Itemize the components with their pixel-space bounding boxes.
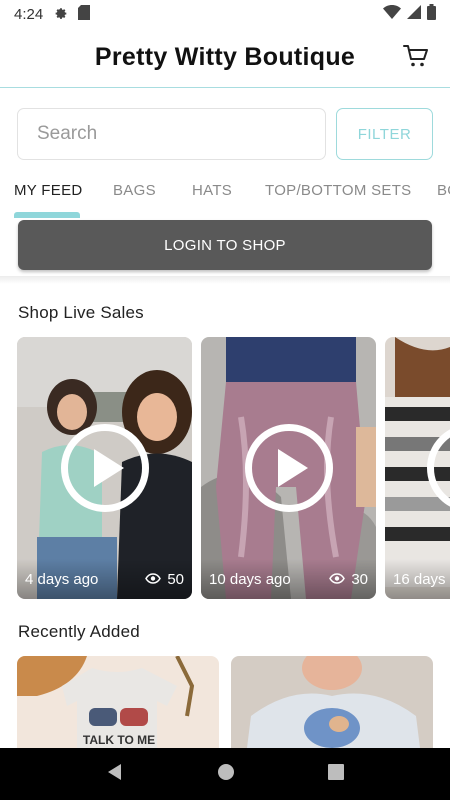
live-sale-card[interactable]: 4 days ago 50	[17, 337, 192, 599]
signal-icon	[407, 5, 421, 23]
recents-square-icon	[327, 763, 344, 784]
status-bar: 4:24	[0, 0, 450, 28]
play-icon	[277, 449, 308, 487]
tab-top-bottom-sets[interactable]: TOP/BOTTOM SETS	[265, 182, 411, 199]
battery-icon	[427, 4, 436, 24]
play-button[interactable]	[60, 424, 149, 512]
section-divider	[0, 276, 450, 284]
active-tab-indicator	[14, 212, 80, 218]
wifi-icon	[383, 5, 401, 23]
eye-icon	[329, 571, 346, 588]
live-sale-meta: 4 days ago 50	[17, 559, 192, 599]
recently-added-title: Recently Added	[18, 622, 140, 641]
play-icon	[93, 449, 124, 487]
product-image: TALK TO ME	[17, 656, 219, 756]
live-sale-age: 10 days ago	[209, 570, 291, 588]
sd-card-icon	[78, 4, 91, 24]
settings-gear-icon	[53, 5, 68, 24]
live-sales-title: Shop Live Sales	[18, 303, 144, 322]
tab-bags[interactable]: BAGS	[113, 182, 156, 199]
live-sale-meta: 10 days ago 30	[201, 559, 376, 599]
live-sale-card[interactable]: 16 days	[385, 337, 450, 599]
login-to-shop-button[interactable]: LOGIN TO SHOP	[18, 220, 432, 270]
shirt-print-text: TALK TO ME	[83, 733, 155, 747]
status-time: 4:24	[14, 5, 44, 23]
filter-button[interactable]: FILTER	[336, 108, 433, 160]
live-sale-card[interactable]: 10 days ago 30	[201, 337, 376, 599]
category-tabs: MY FEED BAGS HATS TOP/BOTTOM SETS BO	[0, 172, 450, 218]
system-nav-bar	[0, 748, 450, 800]
play-button[interactable]	[244, 424, 333, 512]
cart-button[interactable]	[402, 44, 430, 72]
live-sale-meta: 16 days	[385, 559, 450, 599]
tab-bo[interactable]: BO	[437, 182, 450, 199]
live-sale-views: 50	[145, 571, 184, 588]
back-triangle-icon	[106, 763, 124, 785]
page-title: Pretty Witty Boutique	[94, 43, 356, 71]
view-count: 30	[351, 570, 368, 588]
live-sale-age: 16 days	[393, 570, 446, 588]
product-image	[231, 656, 433, 756]
back-button[interactable]	[106, 763, 124, 786]
shopping-cart-icon	[403, 44, 429, 73]
tab-hats[interactable]: HATS	[192, 182, 232, 199]
tab-my-feed[interactable]: MY FEED	[14, 182, 83, 199]
search-input[interactable]	[17, 108, 326, 160]
live-sale-age: 4 days ago	[25, 570, 99, 588]
product-card[interactable]: TALK TO ME	[17, 656, 219, 756]
app-header: Pretty Witty Boutique	[0, 28, 450, 88]
search-row: FILTER	[17, 108, 433, 160]
live-sale-views: 30	[329, 571, 368, 588]
view-count: 50	[167, 570, 184, 588]
home-circle-icon	[217, 763, 235, 785]
recents-button[interactable]	[327, 763, 344, 785]
product-card[interactable]	[231, 656, 433, 756]
home-button[interactable]	[217, 763, 235, 786]
eye-icon	[145, 571, 162, 588]
